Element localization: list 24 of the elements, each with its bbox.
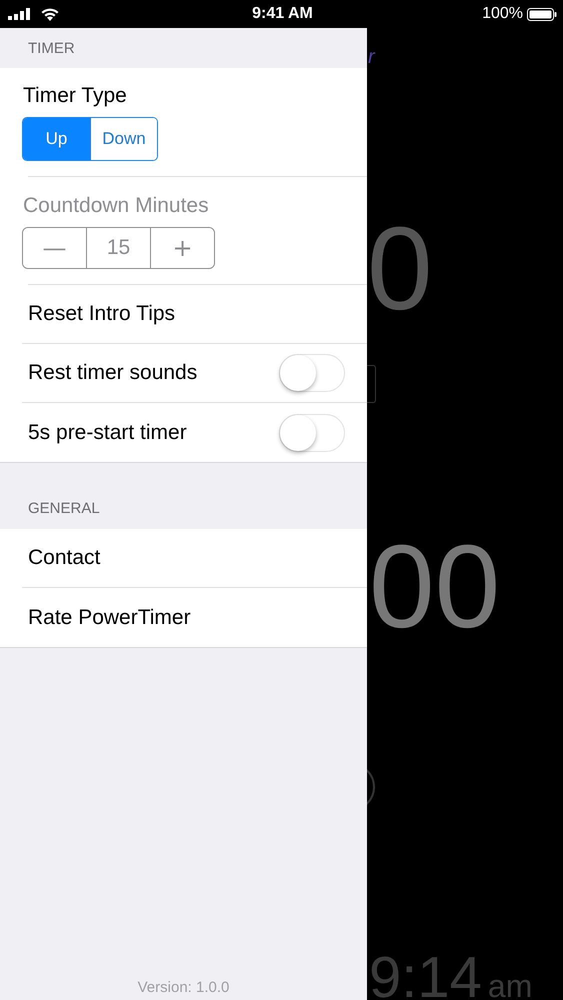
clock-time: 9:14 <box>369 944 482 1000</box>
battery-icon <box>526 8 557 20</box>
title-fragment: r <box>368 46 375 69</box>
setting-label: Countdown Minutes <box>22 194 209 218</box>
setting-label: 5s pre-start timer <box>27 420 187 444</box>
battery-percent: 100% <box>482 5 523 23</box>
signal-icon <box>8 8 32 20</box>
setting-label: Rest timer sounds <box>27 361 198 385</box>
status-time: 9:41 AM <box>252 5 313 23</box>
countdown-digits: 0 <box>367 210 433 328</box>
toggle-switch[interactable] <box>279 414 345 452</box>
segment-button[interactable]: Down <box>90 118 157 160</box>
menu-item[interactable]: Reset Intro Tips <box>22 302 176 326</box>
timer-digits: 00 <box>369 528 500 646</box>
section-header: TIMER <box>28 40 75 56</box>
clock-suffix: am <box>488 968 532 1000</box>
toggle-switch[interactable] <box>279 354 345 392</box>
segment-button[interactable]: Up <box>23 118 90 160</box>
section-header: GENERAL <box>28 500 100 517</box>
version-text: Version: 1.0.0 <box>138 979 230 996</box>
wifi-icon <box>40 7 60 21</box>
menu-item[interactable]: Contact <box>22 546 100 570</box>
setting-label: Timer Type <box>22 84 127 108</box>
menu-item[interactable]: Rate PowerTimer <box>22 606 191 630</box>
